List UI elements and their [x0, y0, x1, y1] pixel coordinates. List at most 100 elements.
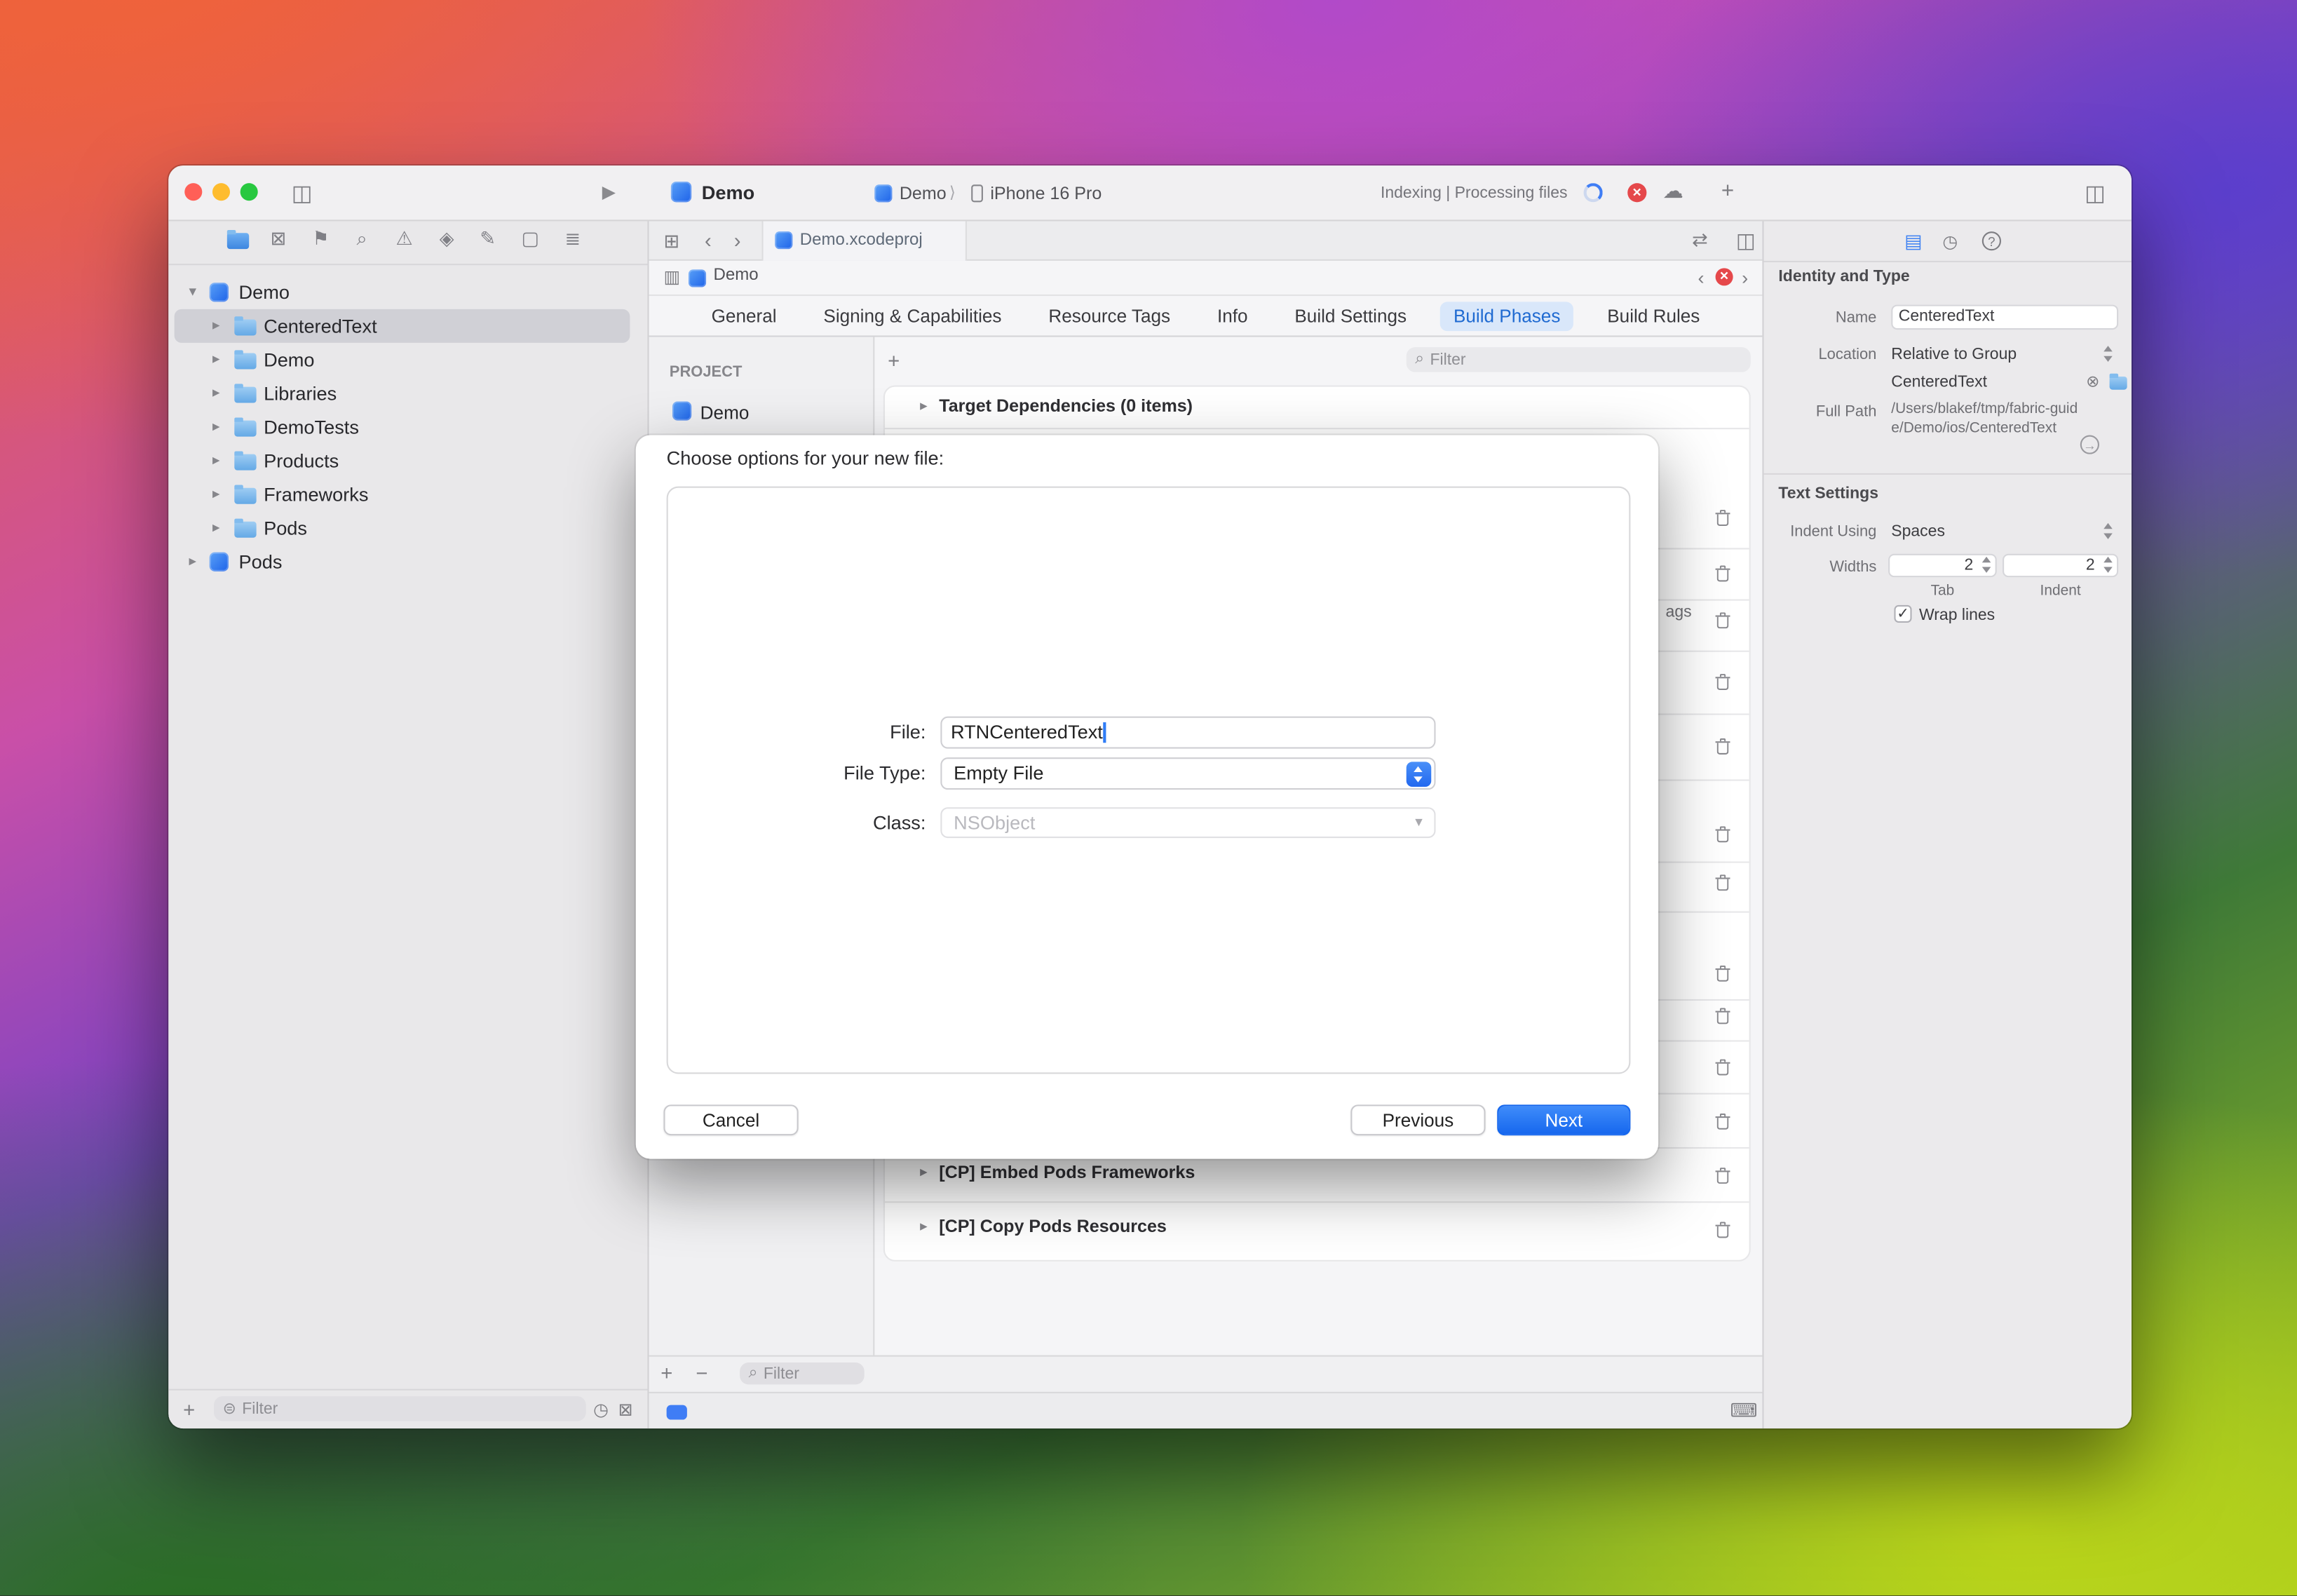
project-navigator-icon[interactable] — [227, 233, 249, 249]
sidebar-item-demo-project[interactable]: ▾ Demo — [175, 276, 630, 309]
run-button[interactable]: ▶ — [602, 182, 616, 202]
sidebar-item-pods-project[interactable]: ▸ Pods — [175, 545, 630, 579]
delete-phase-icon[interactable] — [1716, 966, 1730, 982]
cloud-icon[interactable]: ☁ — [1662, 179, 1683, 204]
add-toolbar-button[interactable]: + — [1721, 179, 1734, 204]
phase-disclosure-icon[interactable]: ▸ — [920, 1165, 928, 1181]
run-destination[interactable]: iPhone 16 Pro — [990, 183, 1102, 203]
indent-popup-stepper-icon[interactable] — [2101, 522, 2117, 542]
add-build-phase-button[interactable]: + — [888, 349, 900, 372]
sidebar-item-centeredtext[interactable]: ▸ CenteredText — [175, 309, 630, 343]
phase-embed-pods[interactable]: [CP] Embed Pods Frameworks — [939, 1162, 1195, 1182]
phase-disclosure-icon[interactable]: ▸ — [920, 398, 928, 414]
sidebar-item-pods-folder[interactable]: ▸ Pods — [175, 511, 630, 545]
add-editor-icon[interactable]: ◫ — [1736, 229, 1756, 254]
disclosure-icon[interactable]: ▸ — [212, 377, 220, 410]
delete-phase-icon[interactable] — [1716, 1222, 1730, 1238]
tab-width-stepper-icon[interactable] — [1979, 555, 1996, 576]
file-name-input[interactable]: RTNCenteredText — [940, 717, 1435, 749]
find-navigator-icon[interactable]: ⌕ — [348, 227, 375, 250]
disclosure-icon[interactable]: ▸ — [212, 478, 220, 511]
indent-width-stepper-icon[interactable] — [2101, 555, 2117, 576]
delete-phase-icon[interactable] — [1716, 1060, 1730, 1076]
toggle-inspector-icon[interactable]: ◫ — [2085, 180, 2106, 207]
file-inspector-icon[interactable]: ▤ — [1904, 230, 1923, 253]
wrap-lines-checkbox[interactable]: ✓ — [1894, 605, 1911, 623]
clear-reference-icon[interactable]: ⊗ — [2086, 372, 2099, 391]
delete-phase-icon[interactable] — [1716, 738, 1730, 755]
scheme-name[interactable]: Demo — [900, 183, 947, 203]
disclosure-icon[interactable]: ▸ — [212, 511, 220, 545]
source-control-navigator-icon[interactable]: ⊠ — [265, 227, 292, 250]
tab-resource-tags[interactable]: Resource Tags — [1036, 301, 1184, 330]
location-popup-stepper-icon[interactable] — [2101, 344, 2117, 365]
delete-phase-icon[interactable] — [1716, 612, 1730, 628]
disclosure-icon[interactable]: ▸ — [212, 410, 220, 444]
sidebar-item-products[interactable]: ▸ Products — [175, 444, 630, 478]
delete-phase-icon[interactable] — [1716, 1168, 1730, 1184]
add-target-button[interactable]: + — [660, 1361, 672, 1384]
delete-phase-icon[interactable] — [1716, 1008, 1730, 1024]
disclosure-icon[interactable]: ▸ — [212, 309, 220, 343]
choose-folder-icon[interactable] — [2110, 377, 2127, 390]
delete-phase-icon[interactable] — [1716, 1114, 1730, 1130]
tab-general[interactable]: General — [698, 301, 790, 330]
forward-icon[interactable]: › — [734, 229, 741, 252]
delete-phase-icon[interactable] — [1716, 826, 1730, 842]
tab-build-phases[interactable]: Build Phases — [1440, 301, 1573, 330]
phase-target-dependencies[interactable]: Target Dependencies (0 items) — [939, 395, 1193, 416]
navigator-filter-field[interactable]: ⊜ Filter — [214, 1396, 586, 1421]
cancel-button[interactable]: Cancel — [663, 1104, 798, 1135]
sidebar-item-demotests[interactable]: ▸ DemoTests — [175, 410, 630, 444]
tab-info[interactable]: Info — [1204, 301, 1261, 330]
filter-scm-icon[interactable]: ⊠ — [618, 1399, 633, 1419]
editor-grid-icon[interactable]: ⊞ — [663, 230, 679, 253]
add-file-button[interactable]: + — [183, 1398, 195, 1421]
project-row-label[interactable]: Demo — [700, 403, 750, 424]
reports-navigator-icon[interactable]: ≣ — [560, 227, 586, 250]
tests-navigator-icon[interactable]: ◈ — [433, 227, 460, 250]
previous-button[interactable]: Previous — [1350, 1104, 1485, 1135]
minimize-window-button[interactable] — [212, 183, 230, 201]
jumpbar-item[interactable]: Demo — [713, 266, 758, 284]
tab-build-settings[interactable]: Build Settings — [1282, 301, 1420, 330]
sidebar-item-demo-folder[interactable]: ▸ Demo — [175, 343, 630, 377]
class-combobox[interactable]: NSObject ▾ — [940, 807, 1435, 838]
swap-editor-icon[interactable]: ⇄ — [1692, 229, 1708, 252]
related-items-icon[interactable]: ▥ — [663, 266, 680, 287]
remove-target-button[interactable]: − — [696, 1361, 707, 1384]
toggle-navigator-icon[interactable]: ◫ — [292, 180, 313, 207]
delete-phase-icon[interactable] — [1716, 874, 1730, 891]
back-icon[interactable]: ‹ — [705, 229, 712, 252]
console-toggle-icon[interactable]: ⌨ — [1730, 1399, 1757, 1422]
delete-phase-icon[interactable] — [1716, 510, 1730, 526]
prev-issue-icon[interactable]: ‹ — [1698, 266, 1704, 288]
phases-filter-field[interactable]: ⌕ Filter — [1407, 347, 1751, 372]
history-inspector-icon[interactable]: ◷ — [1942, 231, 1958, 252]
next-issue-icon[interactable]: › — [1742, 266, 1748, 288]
phase-disclosure-icon[interactable]: ▸ — [920, 1219, 928, 1235]
next-button[interactable]: Next — [1497, 1104, 1630, 1135]
close-window-button[interactable] — [184, 183, 202, 201]
tab-build-rules[interactable]: Build Rules — [1594, 301, 1713, 330]
sidebar-item-libraries[interactable]: ▸ Libraries — [175, 377, 630, 410]
zoom-window-button[interactable] — [240, 183, 258, 201]
delete-phase-icon[interactable] — [1716, 674, 1730, 690]
file-type-popup[interactable]: Empty File — [940, 757, 1435, 790]
tab-signing-capabilities[interactable]: Signing & Capabilities — [811, 301, 1015, 330]
tab-demo-xcodeproj[interactable]: Demo.xcodeproj — [761, 221, 967, 260]
targets-filter-field[interactable]: ⌕ Filter — [740, 1362, 865, 1384]
disclosure-icon[interactable]: ▸ — [212, 444, 220, 478]
disclosure-icon[interactable]: ▾ — [189, 276, 197, 309]
issues-navigator-icon[interactable]: ⚠ — [391, 227, 418, 250]
reveal-path-icon[interactable]: → — [2080, 435, 2099, 454]
breakpoints-navigator-icon[interactable]: ▢ — [517, 227, 544, 250]
delete-phase-icon[interactable] — [1716, 565, 1730, 581]
location-popup[interactable]: Relative to Group — [1891, 346, 2017, 363]
breakpoints-toggle-icon[interactable] — [667, 1405, 687, 1420]
disclosure-icon[interactable]: ▸ — [189, 545, 197, 579]
jumpbar-error-badge[interactable]: ✕ — [1716, 268, 1733, 285]
debug-navigator-icon[interactable]: ✎ — [475, 227, 501, 250]
disclosure-icon[interactable]: ▸ — [212, 343, 220, 377]
recent-files-icon[interactable]: ◷ — [593, 1399, 609, 1419]
